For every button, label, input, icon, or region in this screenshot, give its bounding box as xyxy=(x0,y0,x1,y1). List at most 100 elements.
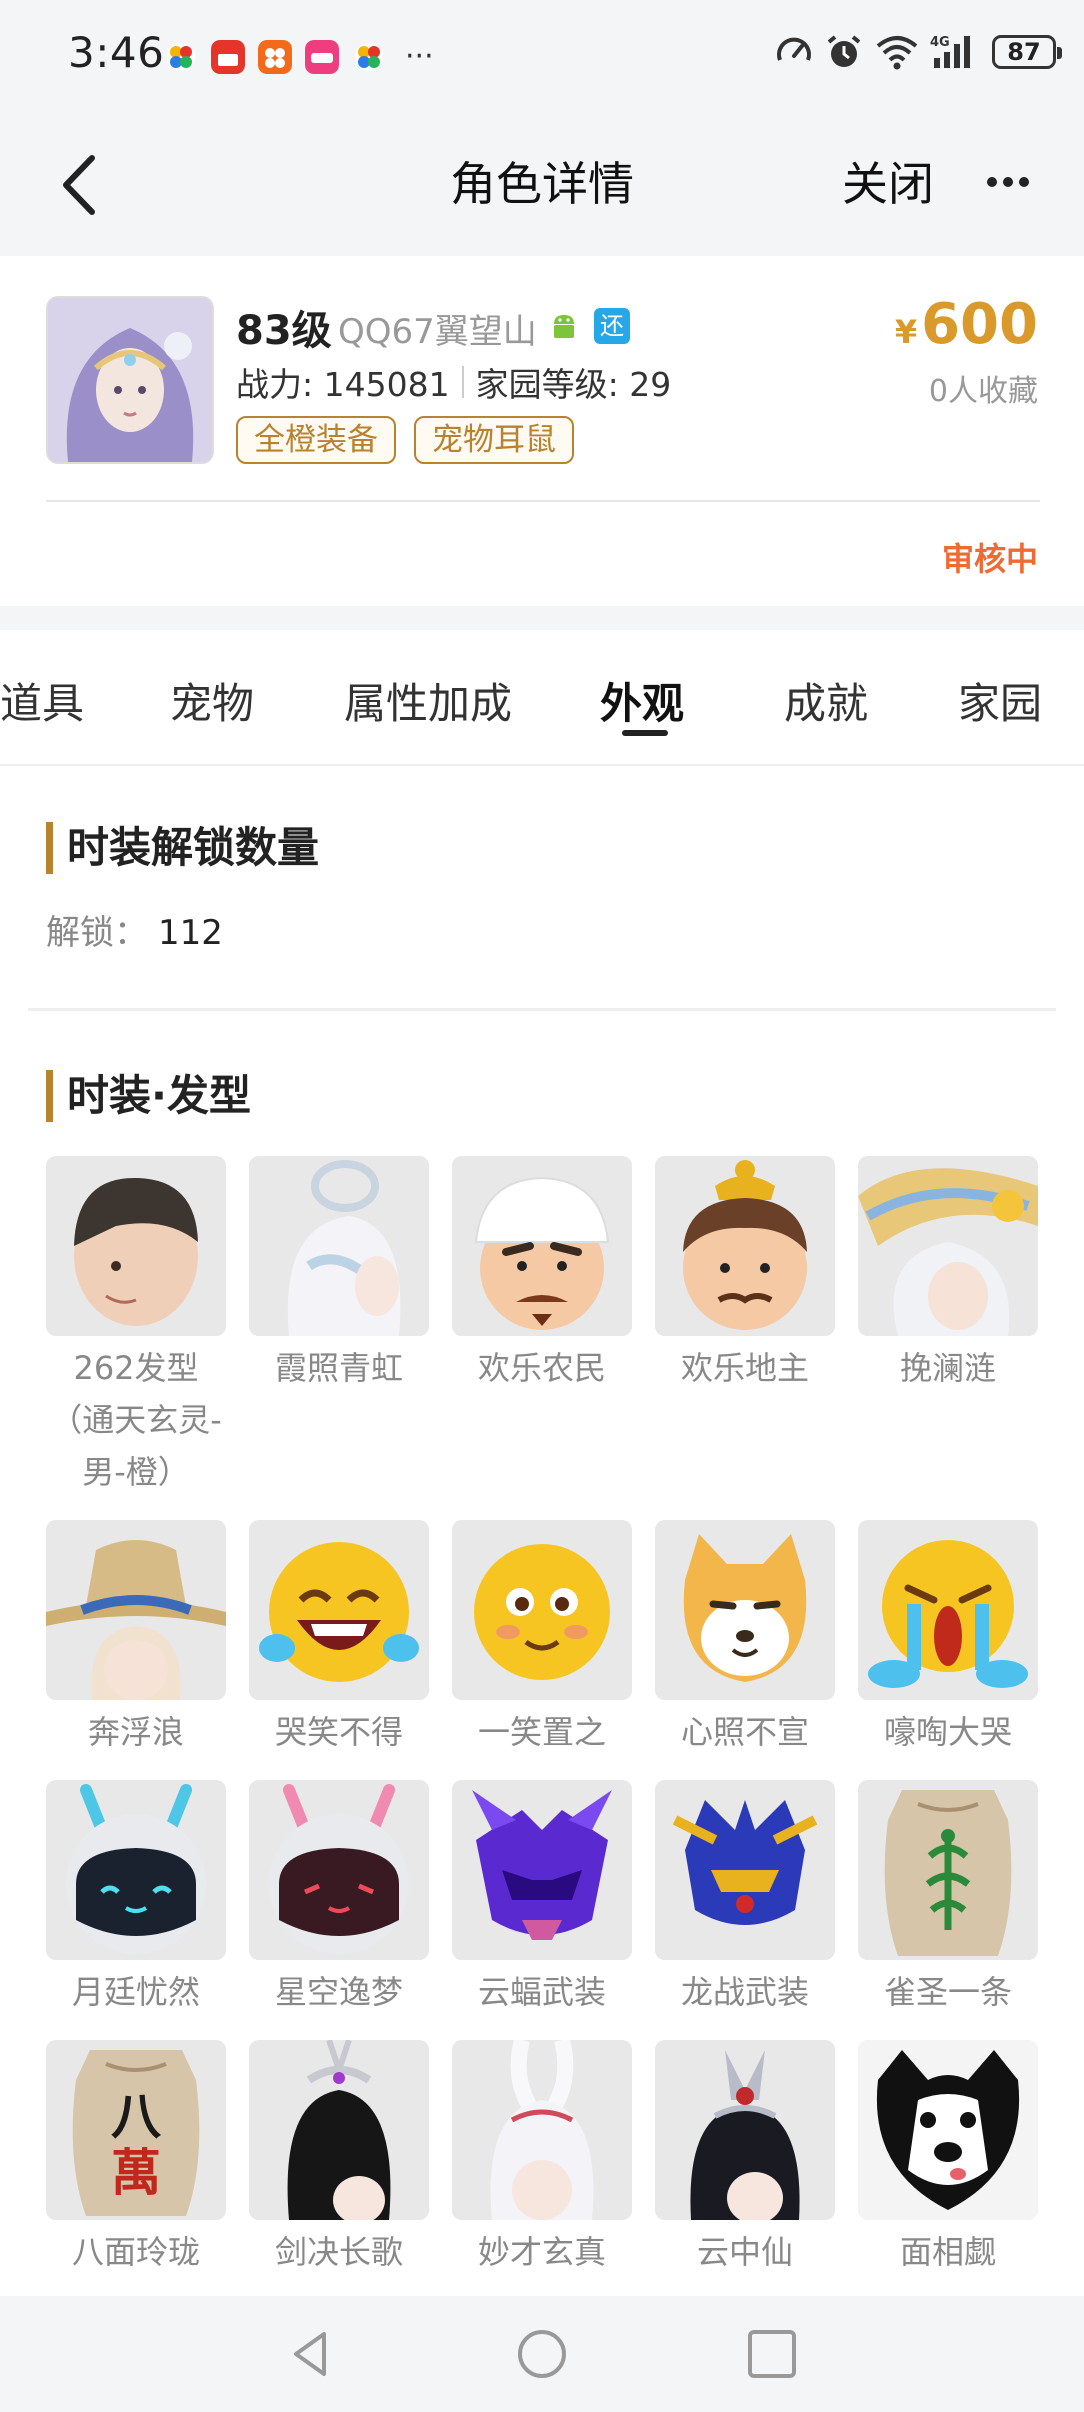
list-item[interactable]: 星空逸梦 xyxy=(249,1780,429,2018)
list-item[interactable]: 欢乐地主 xyxy=(655,1156,835,1394)
item-name: 妙才玄真 xyxy=(477,2233,606,2271)
item-name: 心照不宣 xyxy=(680,1713,809,1751)
list-item[interactable]: 云蝠武装 xyxy=(452,1780,632,2018)
huawei-mall-icon xyxy=(211,40,245,74)
section-gap xyxy=(0,606,1084,630)
nav-home-icon[interactable] xyxy=(514,2326,570,2382)
tile-character-top: 八 xyxy=(111,2088,161,2146)
unlock-value: 112 xyxy=(158,913,223,953)
list-item[interactable]: 月廷忧然 xyxy=(46,1780,226,2018)
tab-achievements[interactable]: 成就 xyxy=(784,670,868,731)
character-avatar xyxy=(46,296,214,464)
item-thumbnail xyxy=(655,1780,835,1960)
list-item[interactable]: 哭笑不得 xyxy=(249,1520,429,1758)
unlock-section-title: 时装解锁数量 xyxy=(46,822,319,874)
list-item[interactable]: 妙才玄真 xyxy=(452,2040,632,2278)
system-navigation-bar xyxy=(0,2296,1084,2412)
price-amount: 600 xyxy=(921,292,1038,357)
list-item[interactable]: 嚎啕大哭 xyxy=(858,1520,1038,1758)
list-item[interactable]: 剑决长歌 xyxy=(249,2040,429,2278)
back-icon[interactable] xyxy=(52,150,112,220)
review-status: 审核中 xyxy=(941,540,1038,578)
item-name: 剑决长歌 xyxy=(274,2233,403,2271)
server-name: QQ67翼望山 xyxy=(338,312,537,352)
favorites-count: 0人收藏 xyxy=(928,374,1038,409)
list-item[interactable]: 262发型（通天玄灵-男-橙） xyxy=(46,1156,226,1498)
battery-icon: 87 xyxy=(992,35,1062,69)
item-thumbnail xyxy=(249,1780,429,1960)
combat-power: 战力: 145081 xyxy=(236,365,450,404)
list-item[interactable]: 雀圣一条 xyxy=(858,1780,1038,2018)
list-item[interactable]: 面相觑 xyxy=(858,2040,1038,2278)
list-item[interactable]: 云中仙 xyxy=(655,2040,835,2278)
item-name: 龙战武装 xyxy=(680,1973,809,2011)
list-item[interactable]: 奔浮浪 xyxy=(46,1520,226,1758)
list-item[interactable]: 欢乐农民 xyxy=(452,1156,632,1394)
list-item[interactable]: 一笑置之 xyxy=(452,1520,632,1758)
app-notification-icon-2 xyxy=(355,43,383,71)
restore-badge: 还 xyxy=(594,308,630,344)
list-item[interactable]: 八 萬 八面玲珑 xyxy=(46,2040,226,2278)
item-name: 262发型（通天玄灵-男-橙） xyxy=(50,1349,222,1491)
list-item[interactable]: 霞照青虹 xyxy=(249,1156,429,1394)
item-thumbnail xyxy=(858,1520,1038,1700)
nav-back-icon[interactable] xyxy=(284,2326,340,2382)
status-bar: 3:46 ··· 4G 87 xyxy=(0,0,1084,112)
app-pink-icon xyxy=(305,40,339,74)
item-thumbnail xyxy=(655,1156,835,1336)
tab-appearance[interactable]: 外观 xyxy=(600,670,684,731)
system-icons: 4G 87 xyxy=(774,32,1062,72)
item-name: 月廷忧然 xyxy=(71,1973,200,2011)
item-name: 欢乐农民 xyxy=(477,1349,606,1387)
tag-pet: 宠物耳鼠 xyxy=(414,416,574,464)
item-name: 奔浮浪 xyxy=(87,1713,184,1751)
item-thumbnail xyxy=(46,1156,226,1336)
list-item[interactable]: 挽澜涟 xyxy=(858,1156,1038,1394)
character-card: 83级 QQ67翼望山 还 战力: 145081 家园等级: 29 全橙装备 宠… xyxy=(0,256,1084,606)
home-level: 家园等级: 29 xyxy=(475,365,672,404)
svg-text:4G: 4G xyxy=(930,35,950,50)
item-name: 嚎啕大哭 xyxy=(883,1713,1012,1751)
signal-icon: 4G xyxy=(930,35,970,68)
item-name: 星空逸梦 xyxy=(274,1973,403,2011)
app-header: 角色详情 关闭 xyxy=(0,112,1084,256)
item-thumbnail xyxy=(858,1156,1038,1336)
speed-icon xyxy=(777,37,811,61)
alarm-icon xyxy=(827,35,861,67)
item-name: 霞照青虹 xyxy=(274,1349,403,1387)
nav-recents-icon[interactable] xyxy=(744,2326,800,2382)
status-time: 3:46 xyxy=(68,28,165,77)
wifi-icon xyxy=(876,36,918,70)
item-thumbnail xyxy=(249,1156,429,1336)
more-options-icon[interactable] xyxy=(980,162,1040,202)
android-icon xyxy=(554,315,574,338)
item-thumbnail xyxy=(452,1156,632,1336)
tab-pets[interactable]: 宠物 xyxy=(170,670,254,731)
item-thumbnail xyxy=(858,2040,1038,2220)
tab-home[interactable]: 家园 xyxy=(958,670,1042,731)
active-tab-indicator xyxy=(622,730,668,736)
item-thumbnail xyxy=(452,1780,632,1960)
item-name: 哭笑不得 xyxy=(274,1713,403,1751)
list-item[interactable]: 龙战武装 xyxy=(655,1780,835,2018)
item-name: 挽澜涟 xyxy=(899,1349,996,1387)
close-button[interactable]: 关闭 xyxy=(842,148,934,214)
price: ¥ 600 xyxy=(895,292,1038,357)
item-name: 欢乐地主 xyxy=(680,1349,809,1387)
currency-symbol: ¥ xyxy=(894,313,918,351)
character-stats: 战力: 145081 家园等级: 29 xyxy=(236,358,671,406)
stats-divider xyxy=(461,366,464,398)
item-thumbnail xyxy=(249,1520,429,1700)
unlock-count: 解锁： 112 xyxy=(46,905,223,954)
list-item[interactable]: 心照不宣 xyxy=(655,1520,835,1758)
item-thumbnail xyxy=(655,2040,835,2220)
hair-section-title: 时装·发型 xyxy=(46,1070,251,1122)
app-orange-icon xyxy=(258,40,292,74)
tag-full-orange-gear: 全橙装备 xyxy=(236,416,396,464)
tab-items[interactable]: 道具 xyxy=(0,670,84,731)
more-notifications-icon: ··· xyxy=(405,39,434,74)
tile-character-bottom: 萬 xyxy=(111,2144,161,2202)
tab-attributes[interactable]: 属性加成 xyxy=(344,670,512,731)
section-divider xyxy=(28,1008,1056,1011)
item-name: 云蝠武装 xyxy=(477,1973,606,2011)
